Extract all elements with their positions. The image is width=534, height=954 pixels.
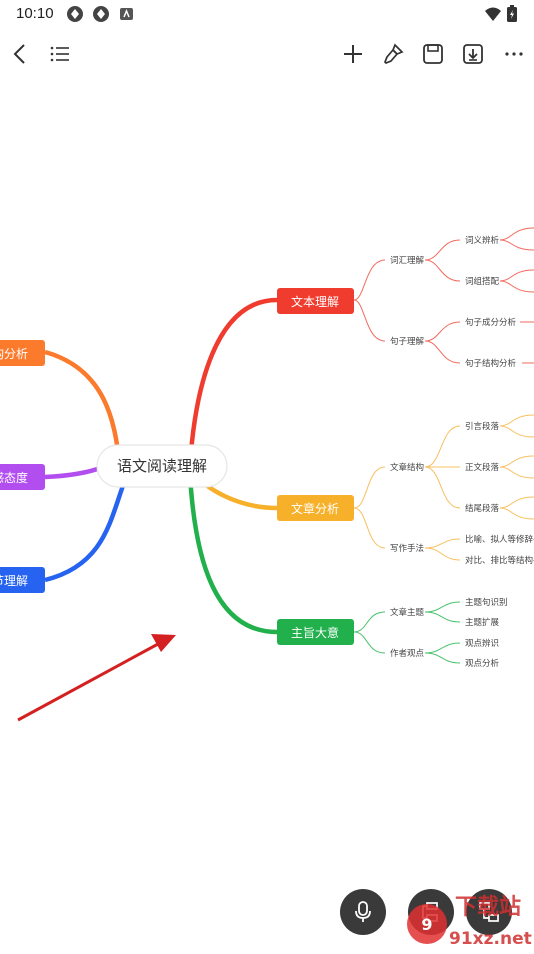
sub-topic[interactable]: 句子理解 — [390, 336, 425, 347]
sub-topic[interactable]: 写作手法 — [390, 543, 424, 554]
top-toolbar — [0, 32, 534, 76]
leaf-topic[interactable]: 比喻、拟人等修辞手 — [465, 534, 534, 545]
branch-line — [44, 465, 101, 480]
wifi-icon — [485, 7, 501, 21]
leaf-topic[interactable]: 主题扩展 — [465, 617, 500, 628]
left-branch-node[interactable]: 情感态度 — [0, 464, 45, 490]
save-icon — [423, 44, 443, 64]
export-button[interactable] — [459, 40, 487, 68]
leaf-topic[interactable]: 词义辨析 — [465, 235, 500, 246]
leaf-topic[interactable]: 观点辨识 — [465, 638, 499, 649]
root-node-label: 语文阅读理解 — [117, 457, 207, 475]
voice-input-button[interactable] — [340, 889, 386, 935]
root-node[interactable]: 语文阅读理解 — [96, 444, 228, 488]
save-button[interactable] — [419, 40, 447, 68]
sub-topic[interactable]: 作者观点 — [390, 648, 425, 659]
leaf-topic[interactable]: 句子成分分析 — [465, 317, 517, 328]
leaf-topic[interactable]: 词组搭配 — [465, 276, 500, 287]
tree-icon — [479, 902, 499, 922]
leaf-topic[interactable]: 引言段落 — [465, 421, 500, 432]
right-branch-node[interactable]: 主旨大意 — [277, 619, 354, 645]
battery-icon — [507, 5, 517, 22]
status-time: 10:10 — [16, 5, 54, 22]
more-icon — [505, 52, 523, 56]
list-icon — [50, 46, 69, 62]
left-branch-label: 细节理解 — [0, 574, 28, 588]
sub-topic-group: 词汇理解 句子理解 文章结构 写作手法 文章主题 作者观点 — [390, 255, 425, 659]
outline-button[interactable] — [46, 40, 74, 68]
connector-lines — [353, 227, 534, 364]
structure-icon — [422, 902, 438, 922]
leaf-topic[interactable]: 句子结构分析 — [465, 358, 517, 369]
leaf-topic[interactable]: 观点分析 — [465, 658, 500, 669]
right-branch-label: 文章分析 — [291, 501, 339, 516]
left-branch-label: 结构分析 — [0, 346, 28, 361]
plus-icon — [344, 45, 362, 63]
sub-topic[interactable]: 文章主题 — [390, 607, 425, 618]
branch-line — [44, 479, 128, 583]
leaf-topic[interactable]: 正文段落 — [465, 462, 500, 473]
annotation-arrow — [17, 634, 176, 722]
right-branch-label: 主旨大意 — [291, 625, 339, 640]
status-bar: 10:10 — [0, 0, 534, 28]
leaf-topic[interactable]: 对比、排比等结构手 — [465, 555, 534, 566]
leaf-topic[interactable]: 结尾段落 — [465, 503, 500, 514]
leaf-topic-group: 词义辨析 词组搭配 句子成分分析 句子结构分析 引言段落 正文段落 结尾段落 比… — [465, 235, 534, 669]
chevron-left-icon — [13, 44, 25, 64]
back-button[interactable] — [6, 40, 34, 68]
leaf-topic[interactable]: 主题句识别 — [465, 597, 508, 608]
left-branch-node[interactable]: 细节理解 — [0, 567, 45, 593]
right-branch-label: 文本理解 — [291, 294, 339, 309]
left-branch-node[interactable]: 结构分析 — [0, 340, 45, 366]
paint-brush-icon — [384, 43, 404, 64]
mindmap-structure-button[interactable] — [466, 889, 512, 935]
right-branch-node[interactable]: 文章分析 — [277, 495, 354, 521]
layout-button[interactable] — [408, 889, 454, 935]
keyboard-notification-icon — [120, 8, 133, 20]
app-notification-icon — [93, 6, 109, 22]
add-node-button[interactable] — [339, 40, 367, 68]
mindmap-canvas[interactable]: 语文阅读理解 结构分析 情感态度 细节理解 文本理解 文章分析 主旨大意 词汇理… — [0, 80, 534, 950]
sub-topic[interactable]: 文章结构 — [390, 462, 424, 473]
right-branch-node[interactable]: 文本理解 — [277, 288, 354, 314]
microphone-icon — [355, 901, 371, 922]
sub-topic[interactable]: 词汇理解 — [390, 255, 425, 266]
left-branch-label: 情感态度 — [0, 470, 28, 485]
app-notification-icon — [67, 6, 83, 22]
style-button[interactable] — [379, 40, 407, 68]
branch-line — [187, 297, 278, 466]
more-button[interactable] — [500, 40, 528, 68]
download-icon — [463, 44, 483, 64]
